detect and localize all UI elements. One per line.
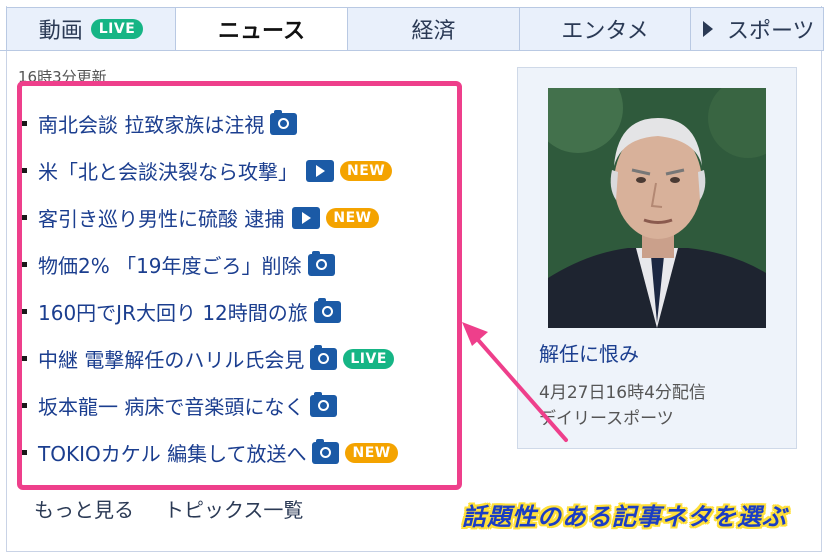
news-item[interactable]: 南北会談 拉致家族は注視 — [22, 100, 462, 147]
bullet-icon — [22, 262, 27, 267]
portrait-image — [548, 88, 766, 328]
news-title[interactable]: 坂本龍一 病床で音楽頭になく — [38, 391, 304, 420]
article-photo[interactable] — [548, 88, 766, 328]
news-title[interactable]: 南北会談 拉致家族は注視 — [38, 109, 264, 138]
news-title[interactable]: TOKIOカケル 編集して放送へ — [38, 438, 306, 467]
news-title[interactable]: 米「北と会談決裂なら攻撃」 — [38, 156, 298, 185]
tab-label: スポーツ — [727, 19, 815, 44]
featured-headline[interactable]: 解任に恨み — [539, 338, 639, 367]
tab-bar: 動画 LIVE ニュース 経済 エンタメ スポーツ — [0, 7, 824, 51]
chevron-right-icon — [703, 21, 713, 37]
new-badge: NEW — [345, 442, 398, 463]
tab-label: 経済 — [411, 19, 456, 44]
camera-icon — [270, 109, 298, 135]
tab-label: 動画 — [38, 19, 83, 44]
bullet-icon — [22, 403, 27, 408]
tab-divider — [0, 50, 824, 51]
tab-economy[interactable]: 経済 — [347, 7, 520, 51]
news-item[interactable]: 客引き巡り男性に硫酸 逮捕 NEW — [22, 194, 462, 241]
tab-entertainment[interactable]: エンタメ — [519, 7, 691, 51]
new-badge: NEW — [340, 160, 393, 181]
new-badge: NEW — [326, 207, 379, 228]
featured-source: デイリースポーツ — [539, 409, 674, 429]
more-links: もっと見る トピックス一覧 — [34, 494, 333, 523]
camera-icon — [312, 438, 340, 464]
annotation-caption: 話題性のある記事ネタを選ぶ — [462, 503, 787, 531]
bullet-icon — [22, 450, 27, 455]
live-badge: LIVE — [90, 19, 144, 39]
news-item[interactable]: 160円でJR大回り 12時間の旅 — [22, 288, 462, 335]
tab-news[interactable]: ニュース — [175, 7, 348, 51]
news-title[interactable]: 物価2% 「19年度ごろ」削除 — [38, 250, 302, 279]
news-item[interactable]: 坂本龍一 病床で音楽頭になく — [22, 382, 462, 429]
more-link[interactable]: もっと見る — [34, 494, 134, 523]
camera-icon — [313, 297, 341, 323]
camera-icon — [310, 344, 338, 370]
news-title[interactable]: 客引き巡り男性に硫酸 逮捕 — [38, 203, 284, 232]
news-item[interactable]: 物価2% 「19年度ごろ」削除 — [22, 241, 462, 288]
tab-sports[interactable]: スポーツ — [690, 7, 824, 51]
tab-label: ニュース — [218, 19, 305, 44]
news-item[interactable]: 中継 電撃解任のハリル氏会見 LIVE — [22, 335, 462, 382]
camera-icon — [310, 391, 338, 417]
news-item[interactable]: 米「北と会談決裂なら攻撃」 NEW — [22, 147, 462, 194]
news-title[interactable]: 160円でJR大回り 12時間の旅 — [38, 297, 308, 326]
bullet-icon — [22, 215, 27, 220]
bullet-icon — [22, 121, 27, 126]
camera-icon — [307, 250, 335, 276]
news-item[interactable]: TOKIOカケル 編集して放送へ NEW — [22, 429, 462, 476]
featured-date: 4月27日16時4分配信 — [539, 383, 706, 403]
live-badge: LIVE — [343, 348, 394, 369]
video-play-icon — [292, 206, 321, 229]
tab-video[interactable]: 動画 LIVE — [6, 7, 176, 51]
bullet-icon — [22, 356, 27, 361]
bullet-icon — [22, 309, 27, 314]
featured-article[interactable]: 解任に恨み 4月27日16時4分配信 デイリースポーツ — [517, 67, 797, 449]
news-title[interactable]: 中継 電撃解任のハリル氏会見 — [38, 344, 304, 373]
topics-list-link[interactable]: トピックス一覧 — [164, 494, 303, 523]
news-list: 南北会談 拉致家族は注視 米「北と会談決裂なら攻撃」 NEW 客引き巡り男性に硫… — [22, 100, 462, 476]
bullet-icon — [22, 168, 27, 173]
tab-label: エンタメ — [561, 19, 649, 44]
video-play-icon — [306, 159, 334, 182]
